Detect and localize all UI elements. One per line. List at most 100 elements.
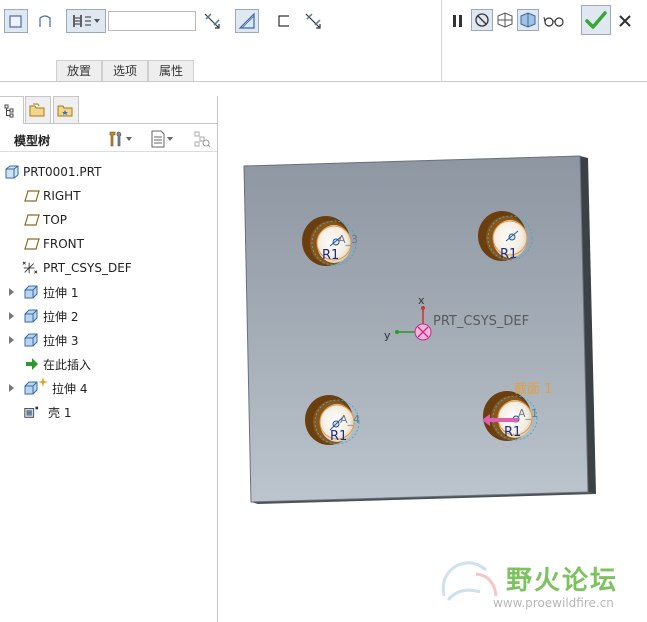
ok-apply-button[interactable]	[581, 5, 611, 35]
thicken-sketch-button[interactable]	[272, 9, 296, 33]
geometry-preview-icon	[520, 12, 536, 28]
cancel-button[interactable]	[613, 9, 637, 33]
radius-dimension[interactable]: R1	[500, 247, 517, 262]
toolbar-separator	[441, 0, 442, 82]
csys-icon	[22, 261, 38, 274]
tree-item-extrude-3[interactable]: 拉伸 3	[0, 328, 217, 352]
radius-dimension[interactable]: R1	[322, 248, 339, 263]
surface-icon	[39, 15, 51, 27]
tree-item-label: 拉伸 1	[43, 285, 79, 300]
checkmark-icon	[585, 11, 607, 29]
csys-label[interactable]: PRT_CSYS_DEF	[433, 314, 529, 329]
flip-direction-icon	[204, 13, 220, 29]
tree-item-csys[interactable]: PRT_CSYS_DEF	[0, 256, 217, 280]
tree-item-shell-1[interactable]: 壳 1	[0, 400, 217, 424]
axis-tag-number: 3	[351, 233, 358, 246]
depth-value-input[interactable]	[108, 11, 196, 31]
remove-material-icon	[238, 12, 255, 29]
extrude-icon	[24, 309, 38, 323]
tree-settings-dropdown[interactable]	[102, 127, 138, 151]
surface-extrude-button[interactable]	[33, 9, 57, 33]
chevron-down-icon	[94, 19, 100, 23]
tree-item-label: 拉伸 2	[43, 309, 79, 324]
axis-tag: A_3	[338, 233, 358, 246]
favorites-folder-icon	[57, 105, 73, 117]
model-tree-icon	[4, 104, 14, 117]
tab-properties[interactable]: 属性	[148, 60, 195, 81]
depth-option-dropdown[interactable]	[66, 9, 106, 33]
tab-favorites[interactable]	[53, 96, 79, 123]
tree-item-label: PRT0001.PRT	[23, 165, 102, 179]
tree-item-extrude-2[interactable]: 拉伸 2	[0, 304, 217, 328]
tree-item-insert-here[interactable]: 在此插入	[0, 352, 217, 376]
thicken-icon	[278, 15, 289, 27]
csys-axis-y-label: y	[384, 329, 391, 342]
tree-item-datum-top[interactable]: TOP	[0, 208, 217, 232]
insert-here-arrow-icon	[26, 358, 38, 370]
navigator-tabs	[0, 96, 218, 124]
axis-tag-number: 1	[531, 407, 538, 420]
flip-direction-button[interactable]	[200, 9, 224, 33]
extrude-icon	[24, 285, 38, 299]
model-tree: PRT0001.PRT RIGHT TOP FRONT PRT_CSYS_DEF	[0, 160, 217, 424]
expand-arrow-icon[interactable]	[9, 312, 14, 320]
datum-plane-icon	[24, 238, 40, 250]
model-tree-title: 模型树	[14, 134, 51, 148]
tree-item-datum-right[interactable]: RIGHT	[0, 184, 217, 208]
extrude-icon	[24, 381, 38, 395]
tab-placement[interactable]: 放置	[56, 60, 103, 81]
tree-item-label: 拉伸 3	[43, 333, 79, 348]
no-preview-icon	[475, 13, 489, 27]
radius-dimension[interactable]: R1	[330, 429, 347, 444]
solid-extrude-button[interactable]	[4, 9, 28, 33]
watermark-text: 野火论坛	[506, 566, 619, 596]
axis-tag-prefix: A_	[340, 413, 354, 426]
tab-model-tree[interactable]	[0, 96, 24, 124]
solid-icon	[9, 15, 22, 28]
tree-show-dropdown[interactable]	[144, 127, 180, 151]
feature-dashboard: 放置 选项 属性	[0, 0, 647, 82]
feature-preview-button[interactable]	[494, 9, 516, 31]
tab-options[interactable]: 选项	[102, 60, 149, 81]
tree-item-label: PRT_CSYS_DEF	[43, 261, 132, 275]
dashboard-tabs: 放置 选项 属性	[56, 60, 195, 81]
tree-filter-button[interactable]	[190, 127, 214, 151]
flip-thicken-button[interactable]	[301, 9, 325, 33]
tools-icon	[109, 131, 122, 147]
tree-item-datum-front[interactable]: FRONT	[0, 232, 217, 256]
csys-axis-x-label: x	[418, 294, 425, 307]
model-tree-header: 模型树	[0, 126, 218, 152]
geometry-preview-button[interactable]	[517, 9, 539, 31]
verify-mode-button[interactable]	[541, 9, 567, 33]
tab-folder-browser[interactable]	[25, 96, 51, 123]
tree-item-part[interactable]: PRT0001.PRT	[0, 160, 217, 184]
expand-arrow-icon[interactable]	[9, 288, 14, 296]
part-icon	[5, 165, 19, 179]
axis-tag: A_4	[340, 413, 360, 426]
section-label[interactable]: 截面 1	[514, 382, 552, 397]
tree-item-extrude-4[interactable]: 拉伸 4	[0, 376, 217, 400]
tree-filter-icon	[194, 131, 211, 148]
pause-button[interactable]	[446, 9, 470, 33]
axis-tag-prefix: A_	[338, 233, 352, 246]
remove-material-button[interactable]	[235, 9, 259, 33]
tree-item-extrude-1[interactable]: 拉伸 1	[0, 280, 217, 304]
axis-tag-prefix: A_	[518, 407, 532, 420]
expand-arrow-icon[interactable]	[9, 336, 14, 344]
radius-dimension[interactable]: R1	[504, 425, 521, 440]
watermark-url: www.proewildfire.cn	[493, 596, 614, 610]
model-graphics[interactable]: R1 A_3 R1 R1 A_4 R1 A_1 截面 1 x y PRT_CSY…	[218, 96, 647, 622]
no-preview-button[interactable]	[471, 9, 493, 31]
watermark-logo-icon	[441, 561, 498, 602]
tree-item-label: RIGHT	[43, 189, 81, 203]
extrude-icon	[24, 333, 38, 347]
expand-arrow-icon[interactable]	[9, 384, 14, 392]
graphics-viewport[interactable]: R1 A_3 R1 R1 A_4 R1 A_1 截面 1 x y PRT_CSY…	[218, 96, 647, 622]
tree-item-label: 拉伸 4	[52, 381, 88, 396]
flip-direction-icon	[305, 13, 321, 29]
blind-depth-icon	[73, 15, 91, 27]
tree-item-label: FRONT	[43, 237, 84, 251]
tree-item-label: 在此插入	[43, 357, 92, 372]
axis-tag: A_1	[518, 407, 538, 420]
chevron-down-icon	[126, 137, 132, 141]
